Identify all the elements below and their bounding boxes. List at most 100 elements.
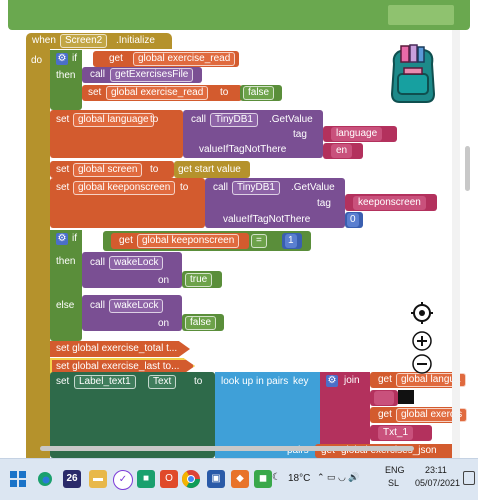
- set-label: set: [56, 376, 70, 387]
- number-value[interactable]: 1: [285, 234, 297, 248]
- text-value[interactable]: [374, 391, 394, 405]
- boolean-dropdown[interactable]: true: [185, 273, 213, 287]
- gear-icon[interactable]: ⚙: [326, 375, 338, 387]
- set-block[interactable]: set global keeponscreen to: [50, 178, 205, 228]
- horizontal-scrollbar[interactable]: [40, 446, 414, 451]
- call-block[interactable]: call TinyDB1 .GetValue tag valueIfTagNot…: [183, 110, 323, 158]
- operator-dropdown[interactable]: =: [251, 234, 267, 248]
- text-block[interactable]: Txt_1: [370, 425, 432, 441]
- text-value[interactable]: keeponscreen: [353, 196, 426, 210]
- text-block[interactable]: language: [323, 126, 397, 142]
- get-block[interactable]: get global exercis: [370, 407, 468, 423]
- windows-icon[interactable]: [10, 471, 26, 487]
- store-icon[interactable]: ■: [137, 470, 155, 488]
- language-indicator[interactable]: ENG: [385, 465, 405, 475]
- boolean-block[interactable]: true: [182, 271, 222, 288]
- center-icon[interactable]: [411, 302, 433, 324]
- number-value[interactable]: 0: [347, 213, 359, 227]
- taskbar: 26 ▬ ✓ ■ O ▣ ◆ ◼ ☾ 18°C ⌃ ▭ ◡ 🔊 ENG SL 2…: [0, 458, 478, 500]
- boolean-dropdown[interactable]: false: [243, 86, 275, 100]
- call-block[interactable]: call getExercisesFile: [82, 67, 202, 83]
- green-app-icon[interactable]: ◼: [254, 470, 272, 488]
- edge-icon[interactable]: [37, 471, 53, 487]
- text-value[interactable]: Txt_1: [378, 426, 414, 440]
- backpack-icon[interactable]: [384, 44, 442, 106]
- office-icon[interactable]: O: [160, 470, 178, 488]
- clock-time[interactable]: 23:11: [425, 465, 447, 475]
- get-label: get: [119, 235, 133, 246]
- call-label: call: [213, 182, 229, 193]
- get-label: get: [109, 53, 123, 64]
- photos-icon[interactable]: ▣: [207, 470, 225, 488]
- variable-dropdown[interactable]: global keeponscreen: [73, 181, 176, 195]
- tray-icons[interactable]: ⌃ ▭ ◡ 🔊: [317, 472, 360, 483]
- keyboard-layout[interactable]: SL: [388, 478, 399, 488]
- toolbar: [8, 0, 470, 30]
- app-icon[interactable]: 26: [63, 470, 81, 488]
- to-label: to: [220, 87, 229, 98]
- mail-icon[interactable]: ◆: [231, 470, 249, 488]
- tag-label: tag: [317, 198, 331, 209]
- call-block[interactable]: call wakeLock on: [82, 295, 182, 331]
- event-block[interactable]: when Screen2 .Initialize: [26, 33, 172, 49]
- variable-dropdown[interactable]: global keeponscreen: [137, 234, 240, 248]
- to-label: to: [150, 164, 159, 175]
- to-label: to: [180, 182, 189, 193]
- procedure-dropdown[interactable]: wakeLock: [109, 299, 164, 313]
- call-block[interactable]: call wakeLock on: [82, 252, 182, 288]
- if-block[interactable]: ⚙ if then else: [50, 230, 82, 335]
- clock-date[interactable]: 05/07/2021: [415, 478, 460, 488]
- component-dropdown[interactable]: TinyDB1: [232, 181, 280, 195]
- set-block[interactable]: set global language to: [50, 110, 183, 158]
- get-start-value-label: get start value: [178, 164, 241, 175]
- number-block[interactable]: 0: [345, 212, 363, 228]
- weather-icon[interactable]: ☾: [272, 472, 281, 483]
- notification-icon[interactable]: [463, 471, 475, 485]
- text-block[interactable]: keeponscreen: [345, 194, 437, 211]
- temperature[interactable]: 18°C: [288, 473, 310, 484]
- value-if-tag-not-there-label: valueIfTagNotThere: [199, 144, 287, 155]
- gear-icon[interactable]: ⚙: [56, 53, 68, 65]
- get-label: get: [378, 374, 392, 385]
- call-block[interactable]: call TinyDB1 .GetValue tag valueIfTagNot…: [205, 178, 345, 228]
- variable-dropdown[interactable]: global exercise_read: [133, 52, 236, 66]
- variable-dropdown[interactable]: global exercise_read: [106, 86, 209, 100]
- procedure-dropdown[interactable]: wakeLock: [109, 256, 164, 270]
- text-value[interactable]: language: [331, 127, 383, 141]
- get-start-value-block[interactable]: get start value: [174, 161, 250, 178]
- set-label: set: [56, 114, 70, 125]
- boolean-dropdown[interactable]: false: [185, 316, 217, 330]
- collapsed-block[interactable]: set global exercise_total t...: [50, 341, 190, 357]
- component-dropdown[interactable]: Screen2: [60, 34, 108, 48]
- text-block[interactable]: en: [323, 143, 363, 159]
- boolean-block[interactable]: false: [182, 314, 224, 331]
- set-block[interactable]: set global exercise_read to: [82, 85, 242, 101]
- property-dropdown[interactable]: Text: [148, 375, 177, 389]
- variable-dropdown[interactable]: global screen: [73, 163, 143, 177]
- component-dropdown[interactable]: Label_text1: [74, 375, 136, 389]
- gear-icon[interactable]: ⚙: [56, 233, 68, 245]
- zoom-out-icon[interactable]: [412, 354, 432, 374]
- value-if-tag-not-there-label: valueIfTagNotThere: [223, 214, 311, 225]
- if-block[interactable]: ⚙ if then: [50, 50, 82, 100]
- vpn-icon[interactable]: ✓: [113, 470, 133, 490]
- zoom-in-icon[interactable]: [412, 331, 432, 351]
- get-block[interactable]: get global exercise_read: [93, 51, 239, 67]
- blocks-workspace[interactable]: when Screen2 .Initialize do ⚙ if then ge…: [0, 30, 478, 467]
- to-label: to: [150, 114, 159, 125]
- folder-icon[interactable]: ▬: [89, 470, 107, 488]
- variable-dropdown[interactable]: global language: [73, 113, 154, 127]
- procedure-dropdown[interactable]: getExercisesFile: [110, 68, 194, 82]
- vertical-scrollbar[interactable]: [465, 146, 470, 191]
- text-block[interactable]: [370, 390, 398, 406]
- get-block[interactable]: get global keeponscreen: [111, 233, 249, 249]
- get-block[interactable]: get global langua: [370, 372, 466, 388]
- set-block[interactable]: set global screen to: [50, 161, 174, 178]
- chrome-icon[interactable]: [181, 469, 201, 489]
- component-dropdown[interactable]: TinyDB1: [210, 113, 258, 127]
- text-value[interactable]: en: [331, 144, 353, 158]
- then-label: then: [56, 256, 76, 267]
- number-block[interactable]: 1: [282, 233, 302, 249]
- boolean-block[interactable]: false: [240, 85, 282, 101]
- tag-label: tag: [293, 129, 307, 140]
